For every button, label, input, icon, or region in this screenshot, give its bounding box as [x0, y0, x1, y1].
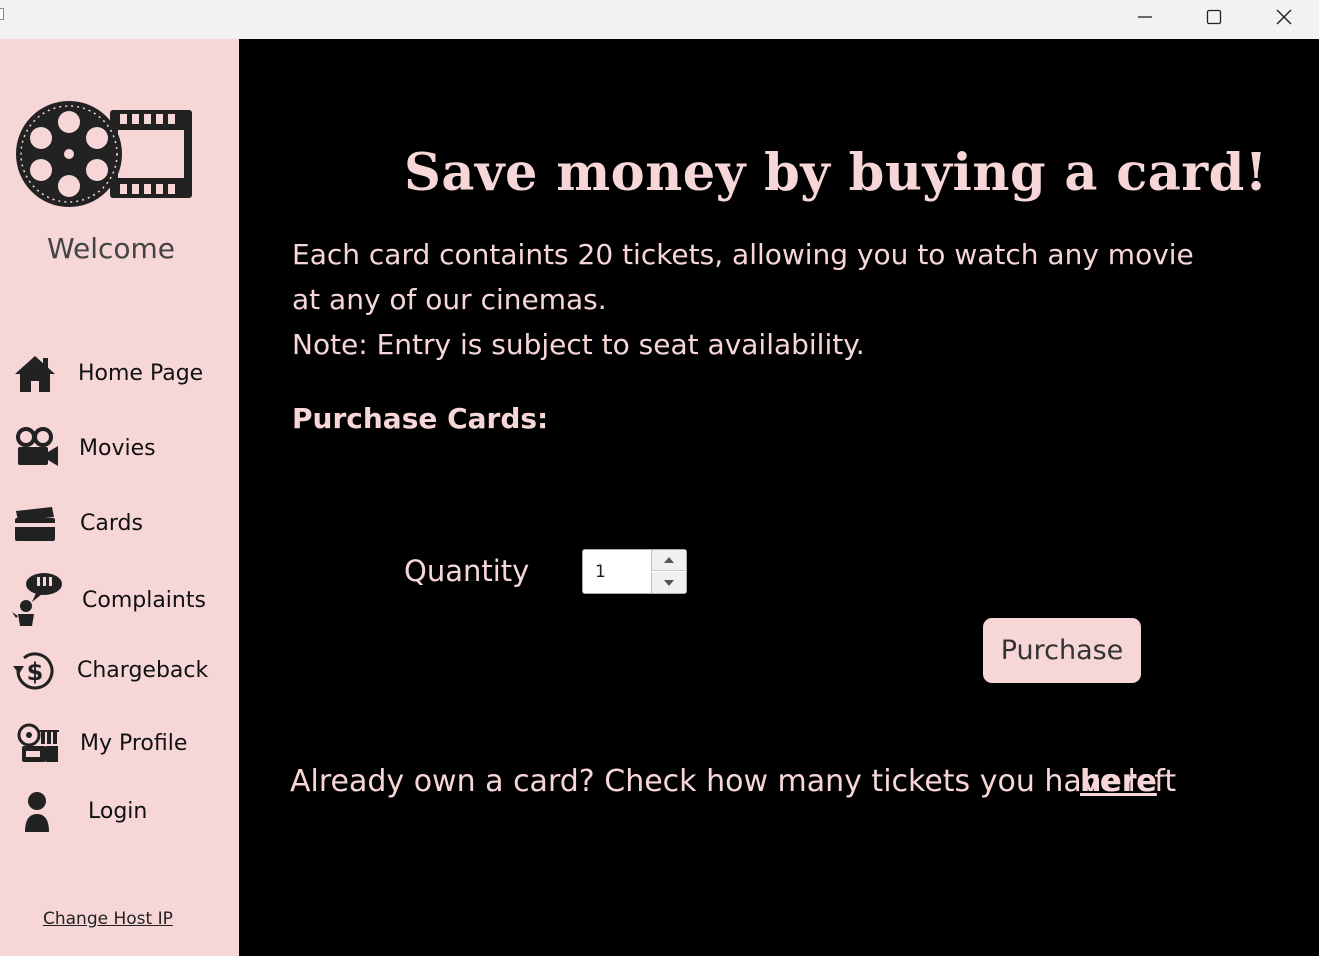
close-button[interactable]	[1261, 0, 1307, 34]
quantity-decrement-button[interactable]	[651, 572, 686, 593]
nav-label-complaints: Complaints	[82, 588, 206, 613]
nav-item-cards[interactable]: Cards	[0, 498, 239, 550]
description-line-2: at any of our cinemas.	[292, 283, 607, 316]
description-line-1: Each card containts 20 tickets, allowing…	[292, 238, 1194, 271]
quantity-label: Quantity	[404, 554, 530, 588]
nav-label-movies: Movies	[79, 436, 156, 461]
nav-label-chargeback: Chargeback	[77, 658, 209, 683]
movie-camera-icon	[16, 427, 58, 466]
purchase-heading: Purchase Cards:	[292, 402, 549, 435]
arrow-up-icon	[664, 557, 674, 563]
card-icon	[15, 507, 55, 541]
nav-item-complaints[interactable]: Complaints	[0, 573, 239, 626]
welcome-text: Welcome	[46, 232, 176, 265]
nav-item-login[interactable]: Login	[0, 786, 239, 838]
svg-text:$: $	[27, 658, 44, 686]
nav-item-home-page[interactable]: Home Page	[0, 348, 239, 400]
minimize-button[interactable]	[1122, 0, 1168, 34]
nav-item-chargeback[interactable]: $ Chargeback	[0, 646, 239, 698]
page-title: Save money by buying a card!	[404, 143, 1268, 203]
title-bar	[0, 0, 1319, 39]
check-tickets-text: Already own a card? Check how many ticke…	[290, 764, 1177, 799]
check-tickets-link[interactable]: here	[1080, 764, 1157, 799]
purchase-button[interactable]: Purchase	[983, 618, 1141, 683]
quantity-stepper[interactable]	[582, 549, 687, 594]
film-reel-icon	[16, 101, 192, 207]
nav-item-my-profile[interactable]: My Profile	[0, 718, 239, 770]
nav-label-home-page: Home Page	[78, 361, 204, 386]
change-host-ip-link[interactable]: Change Host IP	[43, 909, 173, 929]
maximize-icon	[1206, 9, 1222, 25]
arrow-down-icon	[664, 579, 674, 586]
nav-label-login: Login	[88, 799, 148, 824]
user-icon	[25, 792, 49, 832]
complaint-icon	[12, 573, 62, 626]
quantity-increment-button[interactable]	[651, 550, 686, 571]
app-icon	[0, 8, 4, 20]
home-icon	[15, 356, 55, 392]
maximize-button[interactable]	[1191, 0, 1237, 34]
quantity-input[interactable]	[583, 550, 651, 593]
nav-item-movies[interactable]: Movies	[0, 423, 239, 475]
nav-label-cards: Cards	[80, 511, 143, 536]
nav-label-my-profile: My Profile	[80, 731, 188, 756]
chargeback-icon: $	[13, 652, 54, 690]
profile-icon	[17, 723, 59, 762]
description-line-3: Note: Entry is subject to seat availabil…	[292, 328, 865, 361]
main-content: Save money by buying a card! Each card c…	[239, 39, 1319, 956]
sidebar: Welcome Home Page Movies Cards Complaint…	[0, 39, 239, 956]
close-icon	[1276, 9, 1292, 25]
minimize-icon	[1138, 16, 1152, 18]
